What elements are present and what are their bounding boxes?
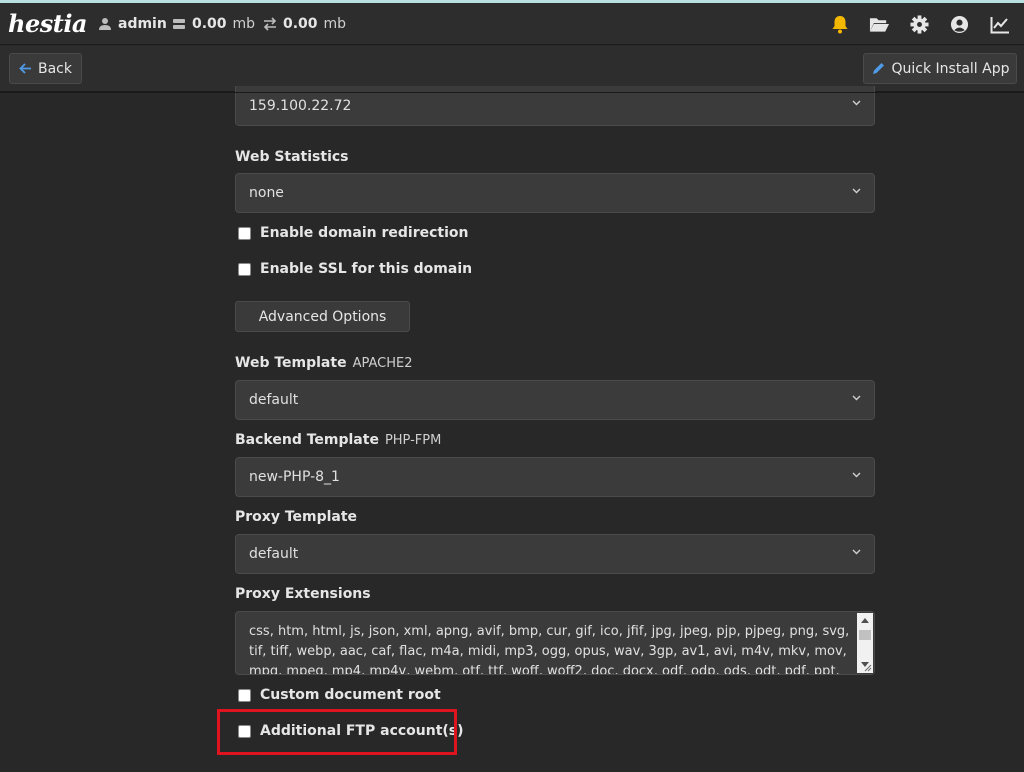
quick-install-label: Quick Install App	[891, 60, 1010, 77]
hestia-logo[interactable]: hestia	[8, 9, 87, 38]
scroll-up-arrow[interactable]	[861, 618, 869, 623]
chevron-down-icon	[852, 100, 861, 106]
disk-value: 0.00	[192, 16, 227, 32]
chevron-down-icon	[852, 549, 861, 555]
web-template-value: default	[249, 392, 299, 408]
web-statistics-label: Web Statistics	[235, 149, 349, 165]
proxy-extensions-value: css, htm, html, js, json, xml, apng, avi…	[249, 624, 850, 675]
chart-line-icon[interactable]	[989, 14, 1010, 35]
gear-icon[interactable]	[909, 14, 930, 35]
web-statistics-value: none	[249, 185, 284, 201]
user-stat[interactable]: admin	[98, 16, 167, 32]
enable-ssl-row[interactable]: Enable SSL for this domain	[238, 261, 472, 277]
arrows-exchange-icon	[263, 17, 277, 31]
bandwidth-unit: mb	[323, 16, 347, 32]
quick-install-app-button[interactable]: Quick Install App	[863, 53, 1017, 84]
enable-ssl-checkbox[interactable]	[238, 262, 251, 276]
enable-domain-redirection-row[interactable]: Enable domain redirection	[238, 225, 468, 241]
top-icons	[829, 14, 1010, 35]
backend-template-label: Backend Template PHP-FPM	[235, 432, 442, 448]
folder-open-icon[interactable]	[869, 14, 890, 35]
advanced-options-label: Advanced Options	[258, 308, 387, 325]
user-circle-icon[interactable]	[949, 14, 970, 35]
user-icon	[99, 18, 111, 30]
proxy-template-label: Proxy Template	[235, 509, 358, 525]
disk-stat: 0.00 mb	[172, 16, 255, 32]
bandwidth-stat: 0.00 mb	[263, 16, 346, 32]
web-statistics-select[interactable]: none	[235, 173, 875, 213]
custom-document-root-label: Custom document root	[260, 687, 441, 703]
resize-handle-icon[interactable]	[864, 664, 872, 672]
chevron-down-icon	[852, 472, 861, 478]
web-template-sub: APACHE2	[352, 356, 413, 371]
username: admin	[118, 16, 167, 32]
backend-template-select[interactable]: new-PHP-8_1	[235, 457, 875, 497]
pencil-icon	[872, 63, 884, 74]
proxy-template-select[interactable]: default	[235, 534, 875, 574]
arrow-left-icon	[19, 63, 31, 74]
web-template-label: Web Template APACHE2	[235, 355, 413, 371]
proxy-extensions-textarea[interactable]: css, htm, html, js, json, xml, apng, avi…	[235, 611, 875, 675]
bell-icon[interactable]	[829, 14, 850, 35]
chevron-down-icon	[852, 188, 861, 194]
disk-unit: mb	[232, 16, 256, 32]
enable-domain-redirection-label: Enable domain redirection	[260, 225, 469, 241]
back-button[interactable]: Back	[9, 53, 82, 84]
toolbar-divider	[0, 92, 1024, 93]
top-navbar: hestia admin 0.00 mb 0.00 mb	[0, 3, 1024, 45]
web-template-select[interactable]: default	[235, 380, 875, 420]
custom-document-root-row[interactable]: Custom document root	[238, 687, 441, 703]
scroll-thumb[interactable]	[859, 630, 871, 640]
enable-domain-redirection-checkbox[interactable]	[238, 226, 251, 240]
backend-template-value: new-PHP-8_1	[249, 469, 340, 485]
backend-template-sub: PHP-FPM	[384, 433, 442, 448]
ip-address-value: 159.100.22.72	[249, 97, 352, 114]
proxy-extensions-label: Proxy Extensions	[235, 586, 371, 602]
highlight-box	[217, 709, 457, 755]
enable-ssl-label: Enable SSL for this domain	[260, 261, 473, 277]
proxy-template-value: default	[249, 546, 299, 562]
back-label: Back	[38, 60, 72, 77]
custom-document-root-checkbox[interactable]	[238, 688, 251, 702]
advanced-options-button[interactable]: Advanced Options	[235, 301, 410, 332]
hard-drive-icon	[173, 19, 185, 29]
chevron-down-icon	[852, 395, 861, 401]
bandwidth-value: 0.00	[283, 16, 318, 32]
